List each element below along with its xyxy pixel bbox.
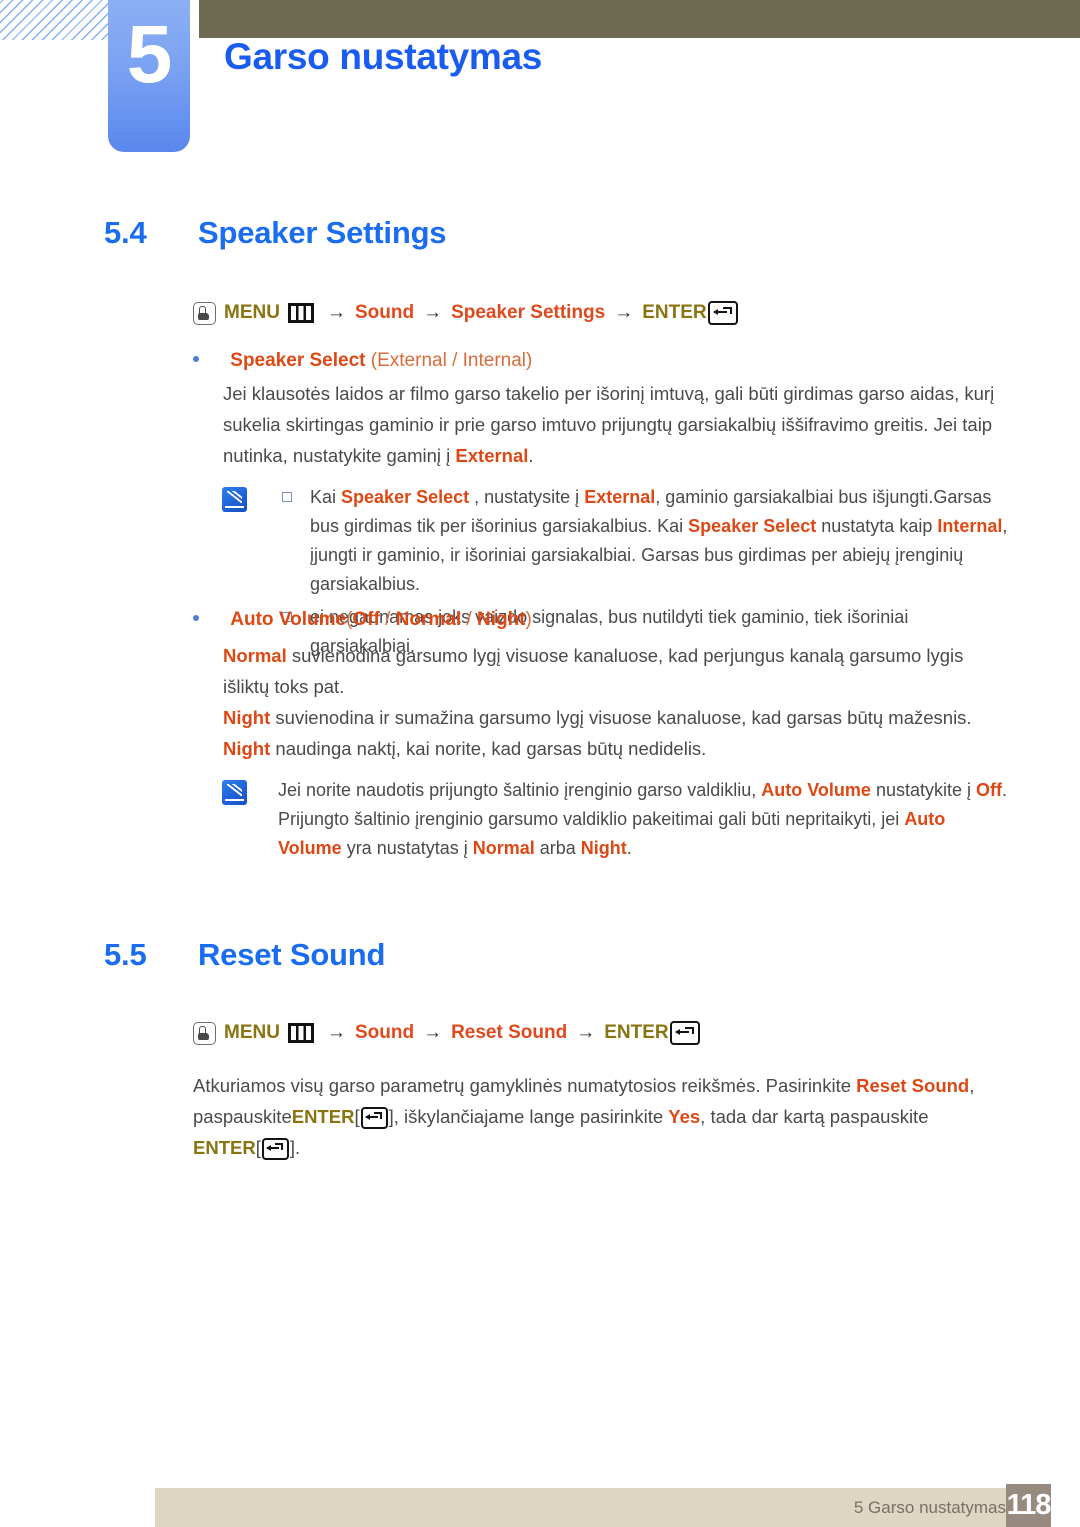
paragraph-night: Night suvienodina ir sumažina garsumo ly… (223, 702, 1013, 764)
note-text: yra nustatytas į (341, 838, 473, 858)
inline-enter-key-1: ENTER[] (291, 1106, 394, 1130)
bullet-keyword: Auto Volume (230, 609, 347, 630)
paragraph-text: suvienodina ir sumažina garsumo lygį vis… (270, 707, 972, 728)
note-text: Jei norite naudotis prijungto šaltinio į… (278, 780, 762, 800)
keyword-speaker-select: Speaker Select (341, 487, 470, 507)
note-text: Kai (310, 487, 342, 507)
bullet-dot-icon (193, 356, 199, 363)
keyword-internal: Internal (937, 516, 1003, 536)
paragraph-speaker-select: Jei klausotės laidos ar filmo garso take… (223, 378, 1013, 471)
menu-item-sound: Sound (354, 302, 415, 323)
paragraph-text-end: . (528, 445, 534, 466)
paragraph-text: Jei klausotės laidos ar filmo garso take… (223, 383, 995, 466)
keyword-night: Night (223, 738, 271, 759)
paren-close: ) (525, 609, 532, 630)
bracket-open: [ (255, 1137, 261, 1158)
keyword-off: Off (976, 780, 1002, 800)
menu-item-reset-sound: Reset Sound (451, 1022, 568, 1043)
section-title: Reset Sound (198, 937, 386, 972)
keyword-reset-sound: Reset Sound (856, 1075, 970, 1096)
enter-key-icon (360, 1107, 388, 1130)
note-text: arba (534, 838, 581, 858)
header-olive-bar (199, 0, 1080, 38)
keyword-external: External (455, 445, 529, 466)
keyword-normal: Normal (472, 838, 535, 858)
menu-label: MENU (224, 302, 280, 323)
bracket-open: [ (354, 1106, 360, 1127)
paragraph-text: naudinga naktį, kai norite, kad garsas b… (270, 738, 707, 759)
arrow-icon: → (576, 1022, 596, 1043)
menu-grid-icon (287, 303, 314, 323)
footer-page-number: 118 (1006, 1484, 1051, 1527)
note-text: nustatykite į (870, 780, 976, 800)
option-normal: Normal (395, 609, 462, 630)
note-pen-icon (222, 780, 247, 805)
arrow-icon: → (423, 1022, 443, 1043)
keyword-auto-volume: Auto Volume (761, 780, 871, 800)
menu-item-speaker-settings: Speaker Settings (451, 302, 606, 323)
enter-key-icon (707, 301, 738, 325)
page-header: 5 Garso nustatymas (0, 0, 1080, 160)
section-heading-5-4: 5.4 Speaker Settings (104, 215, 447, 251)
hand-press-icon (193, 1021, 216, 1045)
option-night: Night (476, 609, 526, 630)
keyword-night: Night (223, 707, 271, 728)
enter-label: ENTER (604, 1022, 669, 1043)
enter-label: ENTER (642, 302, 707, 323)
note-line-1: Jei norite naudotis prijungto šaltinio į… (278, 776, 1012, 863)
note-auto-volume: Jei norite naudotis prijungto šaltinio į… (222, 776, 1012, 863)
note-text: nustatyta kaip (816, 516, 938, 536)
menu-path-reset-sound: MENU → Sound → Reset Sound → ENTER (193, 1021, 700, 1045)
paragraph-text: , iškylančiajame lange pasirinkite (393, 1106, 669, 1127)
menu-item-sound: Sound (354, 1022, 415, 1043)
note-pen-icon (222, 487, 247, 512)
menu-grid-icon (287, 1023, 314, 1043)
chapter-number: 5 (126, 9, 173, 100)
option-off: Off (352, 609, 380, 630)
keyword-external: External (584, 487, 656, 507)
option-separator: / (379, 609, 396, 630)
bullet-options: (External / Internal) (370, 350, 533, 371)
keyword-normal: Normal (223, 645, 287, 666)
bullet-keyword: Speaker Select (230, 350, 366, 371)
arrow-icon: → (326, 1022, 346, 1043)
keyword-yes: Yes (668, 1106, 701, 1127)
paragraph-reset-sound: Atkuriamos visų garso parametrų gamyklin… (193, 1070, 1023, 1163)
enter-label: ENTER (291, 1106, 355, 1127)
bullet-dot-icon (193, 615, 199, 622)
section-number: 5.5 (104, 937, 147, 972)
paragraph-text: Atkuriamos visų garso parametrų gamyklin… (193, 1075, 857, 1096)
bullet-speaker-select: Speaker Select (External / Internal) (193, 350, 532, 372)
bullet-auto-volume: Auto Volume(Off / Normal / Night) (193, 609, 532, 631)
note-line-1: Kai Speaker Select , nustatysite į Exter… (278, 483, 1012, 599)
paragraph-text: , tada dar kartą paspauskite (700, 1106, 929, 1127)
section-title: Speaker Settings (198, 215, 447, 250)
hand-press-icon (193, 301, 216, 325)
keyword-speaker-select: Speaker Select (688, 516, 817, 536)
arrow-icon: → (423, 302, 443, 323)
chapter-title: Garso nustatymas (224, 36, 543, 77)
enter-key-icon (261, 1138, 289, 1161)
keyword-night: Night (580, 838, 627, 858)
paragraph-text: suvienodina garsumo lygį visuose kanaluo… (223, 645, 964, 697)
enter-label: ENTER (193, 1137, 256, 1158)
footer-chapter-text: 5 Garso nustatymas (853, 1498, 1006, 1517)
menu-label: MENU (224, 1022, 280, 1043)
arrow-icon: → (326, 302, 346, 323)
section-number: 5.4 (104, 215, 147, 250)
enter-key-icon (669, 1021, 700, 1045)
arrow-icon: → (614, 302, 634, 323)
paragraph-normal: Normal suvienodina garsumo lygį visuose … (223, 640, 1013, 702)
section-heading-5-5: 5.5 Reset Sound (104, 937, 385, 973)
paragraph-text: . (294, 1137, 301, 1158)
note-speaker-select: Kai Speaker Select , nustatysite į Exter… (222, 483, 1012, 665)
option-separator: / (461, 609, 477, 630)
square-bullet-icon (282, 492, 292, 502)
note-text: . (626, 838, 632, 858)
menu-path-speaker-settings: MENU → Sound → Speaker Settings → ENTER (193, 301, 738, 325)
inline-enter-key-2: ENTER[] (193, 1137, 295, 1161)
note-text: , nustatysite į (469, 487, 585, 507)
